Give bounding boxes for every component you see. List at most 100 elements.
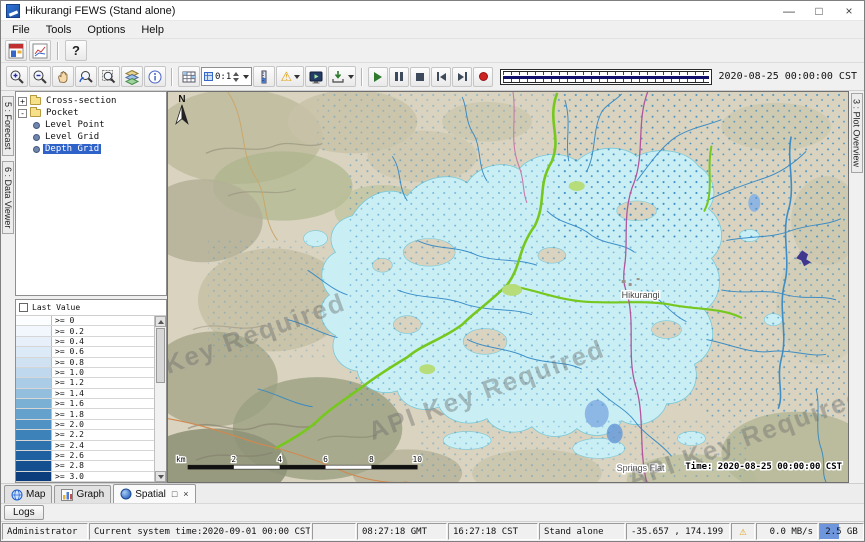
toolbar-separator <box>57 42 59 60</box>
legend-swatch <box>16 441 52 450</box>
record-button[interactable] <box>473 67 493 87</box>
status-cell-empty <box>312 523 356 540</box>
tab-spatial-label: Spatial <box>135 489 166 500</box>
layers-button[interactable] <box>121 66 143 87</box>
warning-button[interactable]: ⚠ <box>276 66 304 87</box>
chevron-down-icon <box>348 75 354 79</box>
zoom-previous-button[interactable] <box>75 66 97 87</box>
legend-panel: Last Value >= 0 >= 0.2 >= 0.4 >= 0.6 >= … <box>15 299 167 483</box>
pan-button[interactable] <box>52 66 74 87</box>
status-warning[interactable]: ⚠ <box>731 523 755 540</box>
menu-item-help[interactable]: Help <box>133 23 172 37</box>
play-button[interactable] <box>368 67 388 87</box>
scale-tick: 8 <box>369 455 374 464</box>
scroll-thumb[interactable] <box>156 328 165 383</box>
legend-body: >= 0 >= 0.2 >= 0.4 >= 0.6 >= 0.8 >= 1.0 … <box>16 315 166 482</box>
legend-row: >= 2.4 <box>16 441 154 451</box>
side-tab-data-viewer[interactable]: 6 : Data Viewer <box>2 161 14 234</box>
last-value-checkbox[interactable] <box>19 303 28 312</box>
explorer-button[interactable] <box>5 40 27 61</box>
legend-label: >= 1.2 <box>52 378 84 387</box>
stop-button[interactable] <box>410 67 430 87</box>
toolbar-separator <box>171 68 173 86</box>
spinner-arrows[interactable] <box>233 72 239 82</box>
export-button[interactable] <box>328 66 356 87</box>
animation-button[interactable] <box>305 66 327 87</box>
close-button[interactable]: × <box>834 1 864 20</box>
help-icon: ? <box>72 43 80 58</box>
scale-tick: 10 <box>412 455 422 464</box>
legend-row: >= 1.4 <box>16 389 154 399</box>
panel-float-button[interactable]: □ <box>172 489 177 499</box>
skip-start-button[interactable] <box>431 67 451 87</box>
menu-item-options[interactable]: Options <box>79 23 133 37</box>
tree-row[interactable]: Level Point <box>18 119 164 131</box>
scroll-down-button[interactable] <box>155 471 166 482</box>
legend-label: >= 0.2 <box>52 326 84 335</box>
warning-icon: ⚠ <box>280 70 292 83</box>
zoom-out-button[interactable] <box>29 66 51 87</box>
tree-row[interactable]: Depth Grid <box>18 143 164 155</box>
legend-row: >= 1.8 <box>16 409 154 419</box>
tab-spatial[interactable]: Spatial □ × <box>113 484 195 503</box>
info-button[interactable] <box>144 66 166 87</box>
interval-value: 0:1 <box>215 72 231 82</box>
collapse-icon[interactable]: - <box>18 109 27 118</box>
tree-item-level-grid[interactable]: Level Grid <box>43 132 101 142</box>
chart-icon <box>32 43 48 59</box>
legend-swatch <box>16 368 52 377</box>
zoom-out-icon <box>32 69 48 85</box>
skip-end-icon <box>458 73 464 81</box>
spinner-up-icon <box>233 72 239 76</box>
scale-unit: km <box>176 455 186 464</box>
legend-swatch <box>16 316 52 325</box>
tree-item-level-point[interactable]: Level Point <box>43 120 107 130</box>
interval-spinner[interactable]: 0:1 <box>201 67 252 86</box>
logs-button[interactable]: Logs <box>4 505 44 520</box>
legend-scrollbar[interactable] <box>154 316 166 482</box>
side-tab-forecast[interactable]: 5 : Forecast <box>2 96 14 156</box>
current-datetime: 2020-08-25 00:00:00 CST <box>719 71 859 82</box>
scroll-up-button[interactable] <box>155 316 166 327</box>
menu-item-tools[interactable]: Tools <box>38 23 80 37</box>
display-button[interactable] <box>29 40 51 61</box>
side-tab-plot-overview[interactable]: 3 : Plot Overview <box>851 93 863 173</box>
app-logo-icon <box>6 4 20 18</box>
legend-swatch <box>16 409 52 418</box>
gauge-button[interactable] <box>253 66 275 87</box>
legend-row: >= 1.0 <box>16 368 154 378</box>
zoom-in-icon <box>9 69 25 85</box>
menu-item-file[interactable]: File <box>4 23 38 37</box>
window-controls: — □ × <box>774 1 864 20</box>
tree-row[interactable]: Level Grid <box>18 131 164 143</box>
pause-button[interactable] <box>389 67 409 87</box>
expand-icon[interactable]: + <box>18 97 27 106</box>
tree-item-pocket[interactable]: Pocket <box>44 108 81 118</box>
tree-item-depth-grid[interactable]: Depth Grid <box>43 144 101 154</box>
status-user: Administrator <box>2 523 88 540</box>
maximize-button[interactable]: □ <box>804 1 834 20</box>
help-button[interactable]: ? <box>65 40 87 61</box>
panel-close-button[interactable]: × <box>183 489 188 499</box>
status-coordinates: -35.657 , 174.199 <box>626 523 730 540</box>
tree-item-cross-section[interactable]: Cross-section <box>44 96 118 106</box>
tab-graph[interactable]: Graph <box>54 485 111 503</box>
timeline-slider[interactable] <box>500 69 711 85</box>
tab-map[interactable]: Map <box>4 485 52 503</box>
scroll-track[interactable] <box>155 384 166 471</box>
legend-label: >= 1.8 <box>52 409 84 418</box>
grid-display-button[interactable] <box>178 66 200 87</box>
minimize-button[interactable]: — <box>774 1 804 20</box>
tree-row[interactable]: + Cross-section <box>18 95 164 107</box>
legend-swatch <box>16 326 52 335</box>
tree-row[interactable]: - Pocket <box>18 107 164 119</box>
main-toolbar: ? <box>1 39 864 63</box>
legend-row: >= 1.6 <box>16 399 154 409</box>
zoom-extent-button[interactable] <box>98 66 120 87</box>
folder-icon <box>30 97 41 105</box>
status-local-time: 16:27:18 CST <box>448 523 538 540</box>
skip-end-button[interactable] <box>452 67 472 87</box>
map-viewport[interactable]: Hikurangi Springs Flat API Key Required … <box>167 91 849 483</box>
tab-map-label: Map <box>26 489 45 500</box>
zoom-in-button[interactable] <box>6 66 28 87</box>
